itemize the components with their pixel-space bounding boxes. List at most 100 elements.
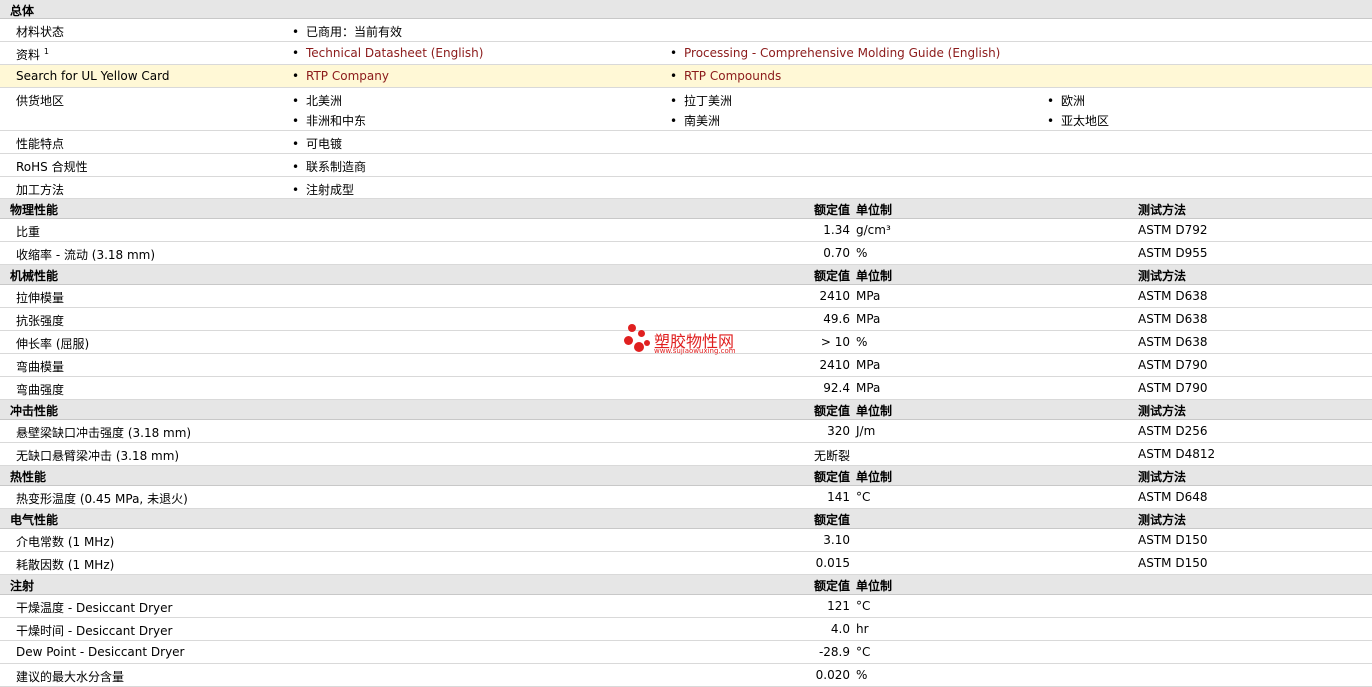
- header-method: 测试方法: [1138, 269, 1187, 283]
- prop-value: 2410: [819, 289, 850, 303]
- rtp-compounds-link[interactable]: RTP Compounds: [684, 69, 781, 83]
- logo-dot: [644, 340, 650, 346]
- prop-value: 49.6: [823, 312, 850, 326]
- watermark-logo: 塑胶物性网 www.sujiaowuxing.com: [622, 322, 772, 362]
- prop-label: 资料 1: [16, 47, 49, 62]
- header-nominal: 额定值: [813, 404, 850, 418]
- property-row: 干燥温度 - Desiccant Dryer 121 °C: [0, 595, 1372, 618]
- row-processing: 加工方法 注射成型: [0, 177, 1372, 199]
- prop-label: 悬壁梁缺口冲击强度 (3.18 mm): [16, 426, 192, 440]
- datasheet-link[interactable]: Technical Datasheet (English): [306, 46, 483, 60]
- test-method: ASTM D792: [1138, 223, 1208, 237]
- watermark-url: www.sujiaowuxing.com: [654, 347, 736, 355]
- section-header-thermal: 热性能 额定值 单位制 测试方法: [0, 466, 1372, 486]
- prop-label: 干燥温度 - Desiccant Dryer: [16, 601, 173, 615]
- prop-unit: %: [856, 246, 868, 260]
- prop-label: 收缩率 - 流动 (3.18 mm): [16, 248, 156, 262]
- prop-value: 0.70: [823, 246, 850, 260]
- property-row: 耗散因数 (1 MHz) 0.015 ASTM D150: [0, 552, 1372, 575]
- property-row: 拉伸模量 2410 MPa ASTM D638: [0, 285, 1372, 308]
- row-regions: 供货地区 北美洲 拉丁美洲 欧洲 非洲和中东 南美洲 亚太地区: [0, 88, 1372, 131]
- header-unit: 单位制: [856, 269, 893, 283]
- logo-dot: [628, 324, 636, 332]
- prop-label: 介电常数 (1 MHz): [16, 535, 115, 549]
- prop-value: > 10: [820, 335, 850, 349]
- header-nominal: 额定值: [813, 269, 850, 283]
- section-header-impact: 冲击性能 额定值 单位制 测试方法: [0, 400, 1372, 420]
- logo-dot: [634, 342, 644, 352]
- row-features: 性能特点 可电镀: [0, 131, 1372, 154]
- property-row: 热变形温度 (0.45 MPa, 未退火) 141 °C ASTM D648: [0, 486, 1372, 509]
- prop-value: 1.34: [823, 223, 850, 237]
- prop-unit: J/m: [856, 424, 876, 438]
- property-row: 无缺口悬臂梁冲击 (3.18 mm) 无断裂 ASTM D4812: [0, 443, 1372, 466]
- logo-dot: [624, 336, 633, 345]
- prop-label: 干燥时间 - Desiccant Dryer: [16, 624, 173, 638]
- region-item: 南美洲: [684, 112, 720, 129]
- header-nominal: 额定值: [813, 470, 850, 484]
- property-row: 弯曲强度 92.4 MPa ASTM D790: [0, 377, 1372, 400]
- prop-label: 弯曲模量: [16, 360, 65, 374]
- header-method: 测试方法: [1138, 203, 1187, 217]
- prop-value: 320: [827, 424, 850, 438]
- prop-label: Dew Point - Desiccant Dryer: [16, 645, 185, 659]
- prop-value: 92.4: [823, 381, 850, 395]
- prop-value: 4.0: [830, 622, 850, 636]
- section-title: 电气性能: [10, 513, 59, 527]
- region-item: 欧洲: [1061, 92, 1085, 109]
- region-item: 亚太地区: [1061, 112, 1109, 129]
- prop-value: 可电镀: [306, 135, 342, 152]
- property-row: 介电常数 (1 MHz) 3.10 ASTM D150: [0, 529, 1372, 552]
- test-method: ASTM D638: [1138, 335, 1208, 349]
- prop-unit: MPa: [856, 312, 881, 326]
- header-unit: 单位制: [856, 470, 893, 484]
- property-row: 干燥时间 - Desiccant Dryer 4.0 hr: [0, 618, 1372, 641]
- prop-label: 加工方法: [16, 183, 65, 197]
- prop-label: 性能特点: [16, 137, 65, 151]
- prop-value: 3.10: [823, 533, 850, 547]
- prop-label: 弯曲强度: [16, 383, 65, 397]
- logo-dot: [638, 330, 645, 337]
- prop-unit: MPa: [856, 289, 881, 303]
- rtp-company-link[interactable]: RTP Company: [306, 69, 389, 83]
- prop-label: 拉伸模量: [16, 291, 65, 305]
- property-row: 比重 1.34 g/cm³ ASTM D792: [0, 219, 1372, 242]
- test-method: ASTM D790: [1138, 381, 1208, 395]
- region-item: 北美洲: [306, 92, 342, 109]
- prop-unit: °C: [856, 490, 871, 504]
- prop-label: Search for UL Yellow Card: [16, 69, 170, 83]
- prop-unit: °C: [856, 599, 871, 613]
- prop-value: 141: [827, 490, 850, 504]
- section-title: 冲击性能: [10, 404, 59, 418]
- prop-value: 2410: [819, 358, 850, 372]
- prop-value: 0.020: [815, 668, 850, 682]
- prop-unit: hr: [856, 622, 869, 636]
- test-method: ASTM D638: [1138, 289, 1208, 303]
- prop-unit: g/cm³: [856, 223, 891, 237]
- prop-label: 伸长率 (屈服): [16, 337, 90, 351]
- region-item: 拉丁美洲: [684, 92, 732, 109]
- prop-value: 联系制造商: [306, 158, 366, 175]
- prop-label: 抗张强度: [16, 314, 65, 328]
- prop-value: 121: [827, 599, 850, 613]
- prop-label: 热变形温度 (0.45 MPa, 未退火): [16, 492, 188, 506]
- molding-guide-link[interactable]: Processing - Comprehensive Molding Guide…: [684, 46, 1000, 60]
- property-row: 悬壁梁缺口冲击强度 (3.18 mm) 320 J/m ASTM D256: [0, 420, 1372, 443]
- section-title: 注射: [10, 579, 35, 593]
- prop-label: 耗散因数 (1 MHz): [16, 558, 115, 572]
- region-item: 非洲和中东: [306, 112, 366, 129]
- header-unit: 单位制: [856, 579, 893, 593]
- section-title: 总体: [10, 4, 35, 18]
- prop-label: 材料状态: [16, 25, 65, 39]
- prop-label: 无缺口悬臂梁冲击 (3.18 mm): [16, 449, 180, 463]
- header-unit: 单位制: [856, 404, 893, 418]
- prop-value: 已商用：当前有效: [306, 23, 402, 40]
- prop-unit: °C: [856, 645, 871, 659]
- header-method: 测试方法: [1138, 470, 1187, 484]
- row-rohs: RoHS 合规性 联系制造商: [0, 154, 1372, 177]
- section-header-electrical: 电气性能 额定值 测试方法: [0, 509, 1372, 529]
- property-row: Dew Point - Desiccant Dryer -28.9 °C: [0, 641, 1372, 664]
- prop-unit: MPa: [856, 381, 881, 395]
- prop-unit: MPa: [856, 358, 881, 372]
- section-header-physical: 物理性能 额定值 单位制 测试方法: [0, 199, 1372, 219]
